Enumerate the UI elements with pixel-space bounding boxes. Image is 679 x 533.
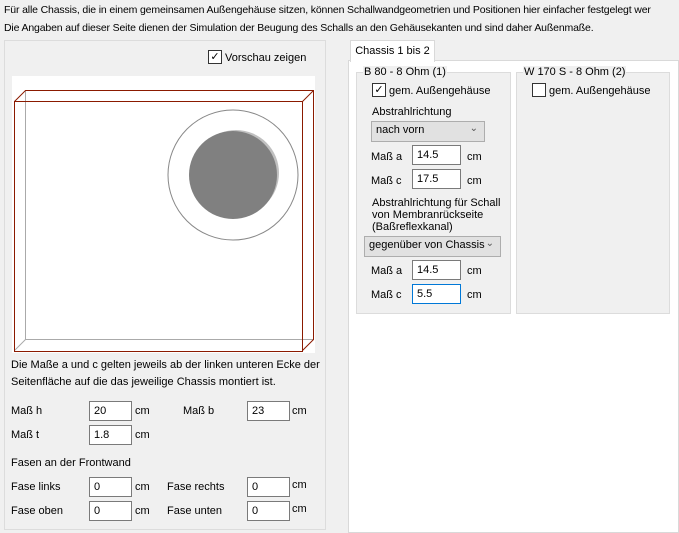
checkbox-label: gem. Außengehäuse [389,84,491,97]
rear-mass-a-label: Maß a [371,265,403,277]
mass-b-input[interactable] [247,401,290,421]
fase-rechts-label: Fase rechts [167,481,225,493]
preview-checkbox[interactable]: ✓ Vorschau zeigen [208,50,307,65]
mass-a-input[interactable] [412,145,461,165]
enclosure-preview [12,76,315,353]
fase-links-input[interactable] [89,477,132,497]
intro-line-1: Für alle Chassis, die in einem gemeinsam… [4,4,651,16]
unit-label: cm [135,405,150,417]
mass-c-input[interactable] [412,169,461,189]
mass-a-label: Maß a [371,151,403,163]
rear-line-3: (Baßreflexkanal) [372,221,453,233]
chassis-2-group: W 170 S - 8 Ohm (2) [516,66,670,314]
checkbox-icon: ✓ [208,50,222,64]
chassis-1-common-checkbox[interactable]: ✓ gem. Außengehäuse [372,83,491,98]
mass-h-label: Maß h [11,405,43,417]
unit-label: cm [292,479,307,491]
preview-checkbox-label: Vorschau zeigen [225,51,307,64]
driver-membrane [189,131,277,219]
fase-oben-input[interactable] [89,501,132,521]
fase-unten-label: Fase unten [167,505,223,517]
checkbox-icon [532,83,546,97]
mass-b-label: Maß b [183,405,215,417]
unit-label: cm [292,503,307,515]
chassis-2-title: W 170 S - 8 Ohm (2) [523,66,627,78]
chassis-2-common-checkbox[interactable]: gem. Außengehäuse [532,83,651,98]
note-line-2: Seitenfläche auf die das jeweilige Chass… [11,376,276,388]
unit-label: cm [467,151,482,163]
mass-t-label: Maß t [11,429,40,441]
chevron-down-icon: ⌄ [485,238,494,249]
rear-mass-c-input[interactable] [412,284,461,304]
chevron-down-icon: ⌄ [469,123,478,134]
intro-line-2: Die Angaben auf dieser Seite dienen der … [4,22,594,34]
rear-mass-c-label: Maß c [371,289,402,301]
unit-label: cm [135,481,150,493]
bevels-title: Fasen an der Frontwand [11,457,131,469]
mass-c-label: Maß c [371,175,402,187]
unit-label: cm [467,265,482,277]
unit-label: cm [467,175,482,187]
unit-label: cm [135,505,150,517]
rear-direction-label: Abstrahlrichtung für Schall von Membranrü… [372,197,500,233]
unit-label: cm [292,405,307,417]
checkbox-label: gem. Außengehäuse [549,84,651,97]
rear-line-2: von Membranrückseite [372,209,484,221]
unit-label: cm [467,289,482,301]
chassis-1-title: B 80 - 8 Ohm (1) [363,66,447,78]
tab-chassis-1-bis-2[interactable]: Chassis 1 bis 2 [350,40,435,62]
direction-label: Abstrahlrichtung [372,106,452,118]
mass-t-input[interactable] [89,425,132,445]
rear-direction-select[interactable]: gegenüber von Chassis ⌄ [364,236,501,257]
direction-select[interactable]: nach vorn ⌄ [371,121,485,142]
fase-rechts-input[interactable] [247,477,290,497]
fase-oben-label: Fase oben [11,505,63,517]
unit-label: cm [135,429,150,441]
rear-direction-value: gegenüber von Chassis [369,239,485,251]
checkbox-icon: ✓ [372,83,386,97]
rear-line-1: Abstrahlrichtung für Schall [372,197,501,209]
mass-h-input[interactable] [89,401,132,421]
note-line-1: Die Maße a und c gelten jeweils ab der l… [11,359,320,371]
rear-mass-a-input[interactable] [412,260,461,280]
fase-unten-input[interactable] [247,501,290,521]
direction-value: nach vorn [376,124,425,136]
fase-links-label: Fase links [11,481,61,493]
